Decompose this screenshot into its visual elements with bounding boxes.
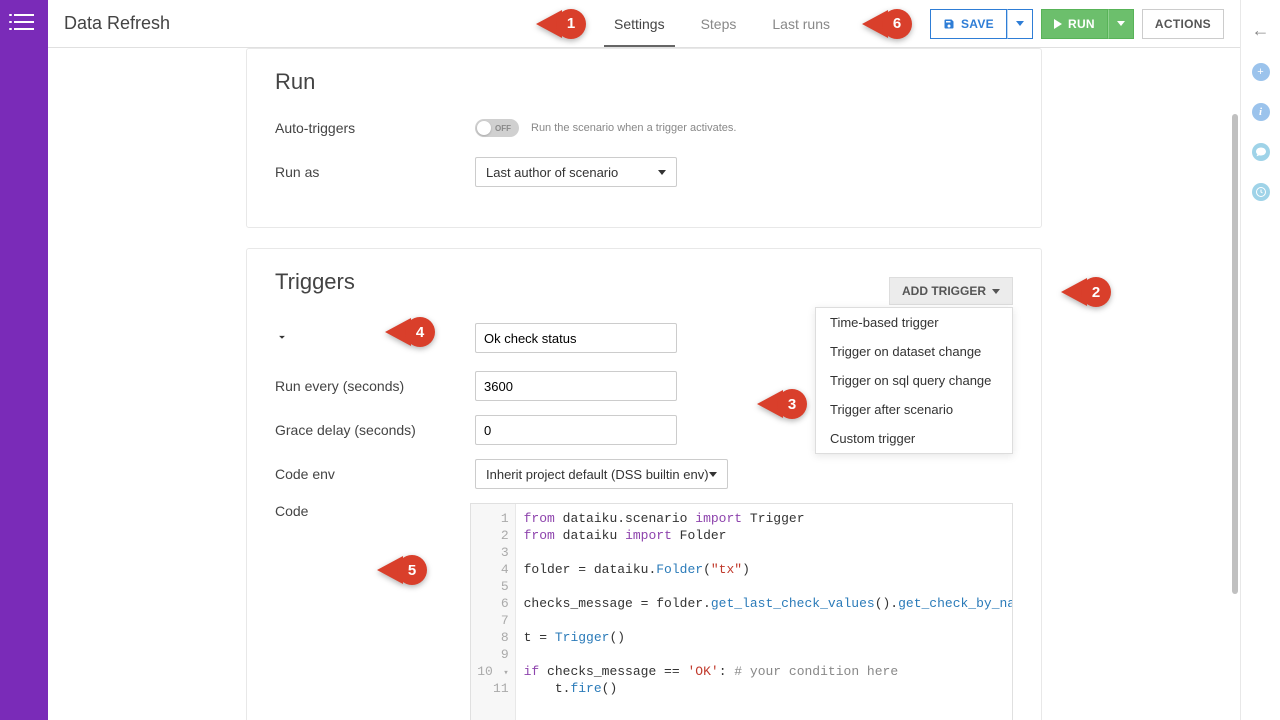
run-as-select[interactable]: Last author of scenario [475,157,677,187]
grace-delay-input[interactable] [475,415,677,445]
auto-triggers-label: Auto-triggers [275,120,475,136]
code-label: Code [275,503,470,519]
auto-triggers-hint: Run the scenario when a trigger activate… [531,122,736,134]
save-button[interactable]: SAVE [930,9,1007,39]
run-as-label: Run as [275,164,475,180]
run-heading: Run [275,69,1013,95]
vscrollbar[interactable] [1230,96,1240,720]
menu-after-scenario[interactable]: Trigger after scenario [816,395,1012,424]
info-icon[interactable]: i [1252,103,1270,121]
chevron-down-icon [658,170,666,175]
auto-triggers-toggle[interactable]: OFF [475,119,519,137]
right-rail: ← + i [1240,0,1280,720]
clock-icon[interactable] [1252,183,1270,201]
callout-2: 2 [1061,277,1111,307]
menu-icon[interactable] [14,14,34,30]
actions-button[interactable]: ACTIONS [1142,9,1224,39]
tab-last-runs[interactable]: Last runs [754,0,848,47]
add-trigger-button[interactable]: ADD TRIGGER [889,277,1013,305]
tabs: Settings Steps Last runs [596,0,848,47]
chevron-down-icon [992,289,1000,294]
menu-custom[interactable]: Custom trigger [816,424,1012,453]
run-dropdown[interactable] [1108,9,1134,39]
triggers-heading: Triggers [275,269,355,295]
grace-delay-label: Grace delay (seconds) [275,422,475,438]
trigger-name-input[interactable] [475,323,677,353]
top-bar: Data Refresh 1 Settings Steps Last runs … [48,0,1240,48]
save-icon [943,18,955,30]
play-icon [1054,19,1062,29]
run-panel: Run Auto-triggers OFF Run the scenario w… [246,48,1042,228]
run-every-label: Run every (seconds) [275,378,475,394]
callout-6: 6 [862,9,912,39]
plus-icon[interactable]: + [1252,63,1270,81]
menu-sql-change[interactable]: Trigger on sql query change [816,366,1012,395]
run-every-input[interactable] [475,371,677,401]
menu-dataset-change[interactable]: Trigger on dataset change [816,337,1012,366]
page-title: Data Refresh [64,13,170,34]
code-env-label: Code env [275,466,475,482]
menu-time-based[interactable]: Time-based trigger [816,308,1012,337]
add-trigger-menu: Time-based trigger Trigger on dataset ch… [815,307,1013,454]
callout-1: 1 [536,9,586,39]
collapse-rail-icon[interactable]: ← [1252,20,1270,41]
tab-settings[interactable]: Settings [596,0,683,47]
save-dropdown[interactable] [1007,9,1033,39]
triggers-panel: Triggers ADD TRIGGER Time-based trigger … [246,248,1042,720]
collapse-toggle[interactable] [275,330,289,347]
chat-icon[interactable] [1252,143,1270,161]
code-editor[interactable]: 12345678910 ▾11 from dataiku.scenario im… [470,503,1013,720]
chevron-down-icon [709,472,717,477]
tab-steps[interactable]: Steps [683,0,755,47]
run-button[interactable]: RUN [1041,9,1108,39]
code-env-select[interactable]: Inherit project default (DSS builtin env… [475,459,728,489]
